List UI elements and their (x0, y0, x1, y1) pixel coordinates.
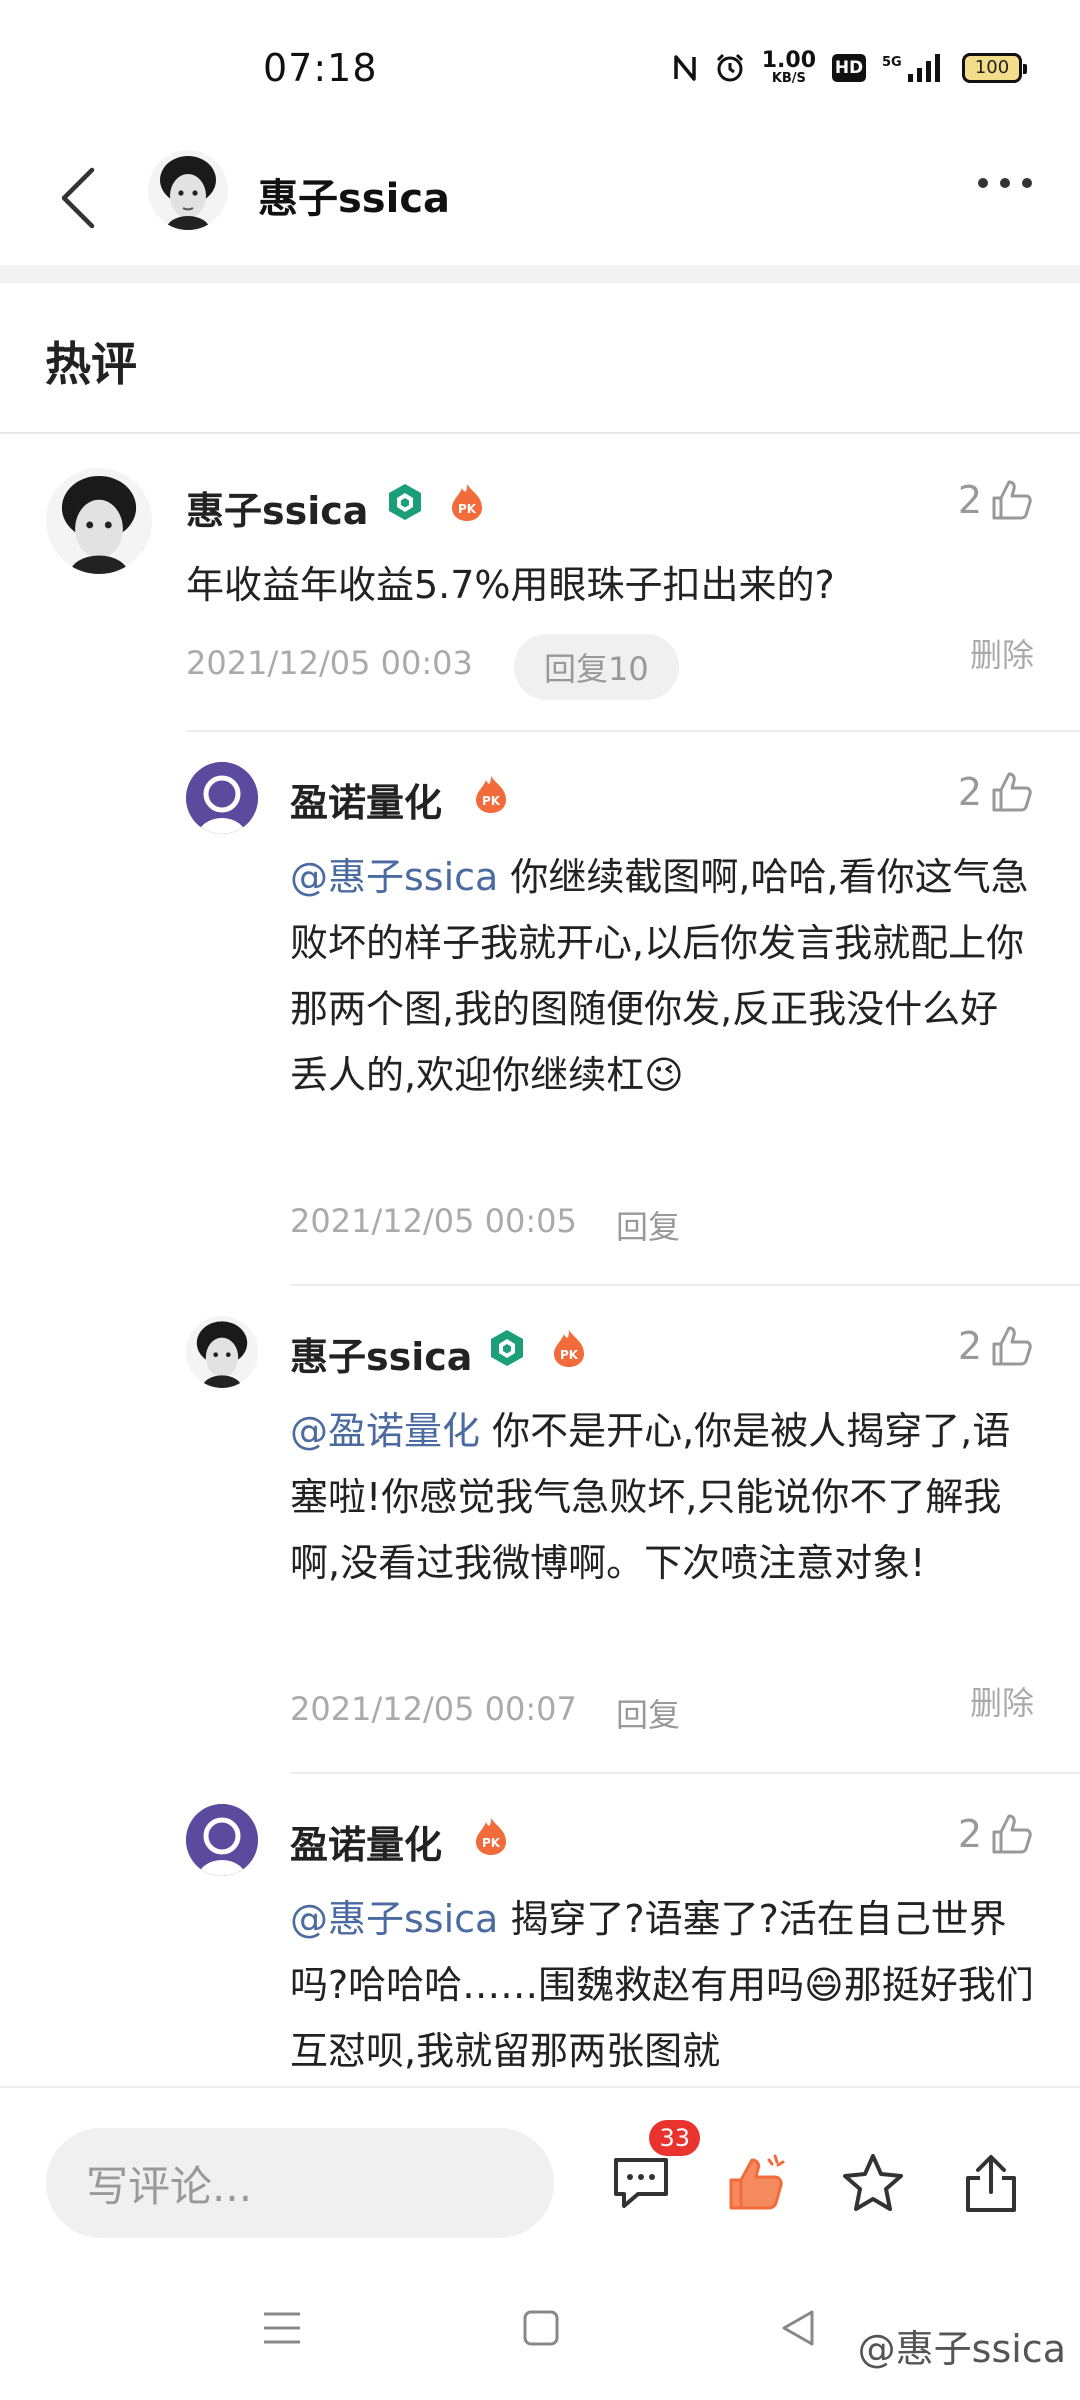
like-button[interactable]: 2 (958, 770, 1034, 814)
section-title: 热评 (45, 337, 137, 391)
avatar[interactable] (186, 1316, 258, 1388)
verified-badge-icon (491, 1330, 523, 1366)
comment-text: 年收益年收益5.7%用眼珠子扣出来的? (186, 563, 835, 607)
status-bar: 07:18 1.00 KB/S HD 5G 100 (0, 0, 1080, 140)
app-header: 惠子ssica (0, 140, 1080, 265)
back-icon[interactable] (780, 2308, 816, 2348)
reply-button[interactable]: 回复 (616, 1690, 680, 1736)
like-icon[interactable] (720, 2146, 794, 2220)
comment-author[interactable]: 惠子ssica (290, 1326, 472, 1381)
thumb-up-icon (992, 1326, 1032, 1366)
mention-link[interactable]: @盈诺量化 (290, 1409, 480, 1453)
svg-text:5G: 5G (882, 55, 902, 70)
svg-text:PK: PK (560, 1348, 579, 1362)
status-time: 07:18 (263, 46, 378, 90)
signal-icon: 5G (882, 52, 946, 84)
watermark: @惠子ssica (857, 2327, 1066, 2371)
svg-text:PK: PK (482, 794, 501, 808)
network-speed: 1.00 KB/S (761, 48, 816, 86)
comment-count-badge: 33 (649, 2120, 700, 2156)
reply-item: 盈诺量化 PK 2 @惠子ssica 你继续截图啊,哈哈,看你这气急败坏的样子我… (0, 732, 1080, 1286)
comment-input[interactable]: 写评论... (46, 2128, 554, 2238)
avatar[interactable] (46, 468, 152, 574)
comment-time: 2021/12/05 00:05 (290, 1202, 577, 1240)
like-count: 2 (957, 770, 982, 814)
mention-link[interactable]: @惠子ssica (290, 1897, 498, 1941)
like-count: 2 (957, 1324, 982, 1368)
status-icons: 1.00 KB/S HD 5G 100 (672, 48, 1027, 86)
divider (0, 265, 1080, 283)
avatar[interactable] (186, 762, 258, 834)
like-button[interactable]: 2 (958, 1812, 1034, 1856)
pk-fire-icon: PK (476, 1818, 506, 1855)
like-button[interactable]: 2 (958, 1324, 1034, 1368)
mention-link[interactable]: @惠子ssica (290, 855, 498, 899)
thumb-up-icon (992, 1814, 1032, 1854)
pk-fire-icon: PK (452, 484, 482, 521)
comment-time: 2021/12/05 00:07 (290, 1690, 577, 1728)
back-button[interactable] (48, 158, 108, 238)
reply-button[interactable]: 回复10 (514, 634, 679, 700)
nfc-icon (672, 53, 698, 83)
comment-item: 惠子ssica PK 2 年收益年收益5.7%用眼珠子扣出来的? 2021/12… (0, 432, 1080, 732)
comment-author[interactable]: 惠子ssica (186, 480, 368, 535)
bottom-action-bar: 写评论... 33 (0, 2086, 1080, 2276)
thumb-up-icon (992, 772, 1032, 812)
comment-author[interactable]: 盈诺量化 (290, 1814, 442, 1869)
svg-text:PK: PK (482, 1836, 501, 1850)
like-button[interactable]: 2 (958, 478, 1034, 522)
star-icon[interactable] (836, 2146, 910, 2220)
menu-icon[interactable] (262, 2308, 302, 2348)
verified-badge-icon (389, 484, 421, 520)
comment-text: @惠子ssica 揭穿了?语塞了?活在自己世界吗?哈哈哈……围魏救赵有用吗😄那挺… (290, 1897, 1034, 2073)
delete-button[interactable]: 删除 (970, 1678, 1034, 1724)
comment-author[interactable]: 盈诺量化 (290, 772, 442, 827)
system-nav-bar: @惠子ssica (0, 2276, 1080, 2400)
page-title: 惠子ssica (258, 176, 451, 222)
comment-icon[interactable]: 33 (604, 2120, 700, 2220)
hd-icon: HD (832, 53, 866, 82)
share-icon[interactable] (954, 2146, 1028, 2220)
comment-text: @惠子ssica 你继续截图啊,哈哈,看你这气急败坏的样子我就开心,以后你发言我… (290, 855, 1029, 1097)
reply-item: 盈诺量化 PK 2 @惠子ssica 揭穿了?语塞了?活在自己世界吗?哈哈哈……… (0, 1774, 1080, 2086)
battery-icon: 100 (962, 52, 1027, 83)
reply-button[interactable]: 回复 (616, 1202, 680, 1248)
comment-time: 2021/12/05 00:03 (186, 644, 473, 682)
comment-text: @盈诺量化 你不是开心,你是被人揭穿了,语塞啦!你感觉我气急败坏,只能说你不了解… (290, 1409, 1011, 1585)
avatar[interactable] (186, 1804, 258, 1876)
svg-text:PK: PK (458, 502, 477, 516)
back-arrow-icon (61, 167, 95, 229)
alarm-icon (714, 52, 746, 84)
reply-item: 惠子ssica PK 2 @盈诺量化 你不是开心,你是被人揭穿了,语塞啦!你感觉… (0, 1286, 1080, 1774)
delete-button[interactable]: 删除 (970, 630, 1034, 676)
more-icon[interactable] (978, 178, 1032, 188)
pk-fire-icon: PK (476, 776, 506, 813)
thumb-up-icon (992, 480, 1032, 520)
home-icon[interactable] (522, 2308, 560, 2348)
like-count: 2 (957, 1812, 982, 1856)
like-count: 2 (957, 478, 982, 522)
avatar[interactable] (148, 150, 228, 230)
pk-fire-icon: PK (554, 1330, 584, 1367)
